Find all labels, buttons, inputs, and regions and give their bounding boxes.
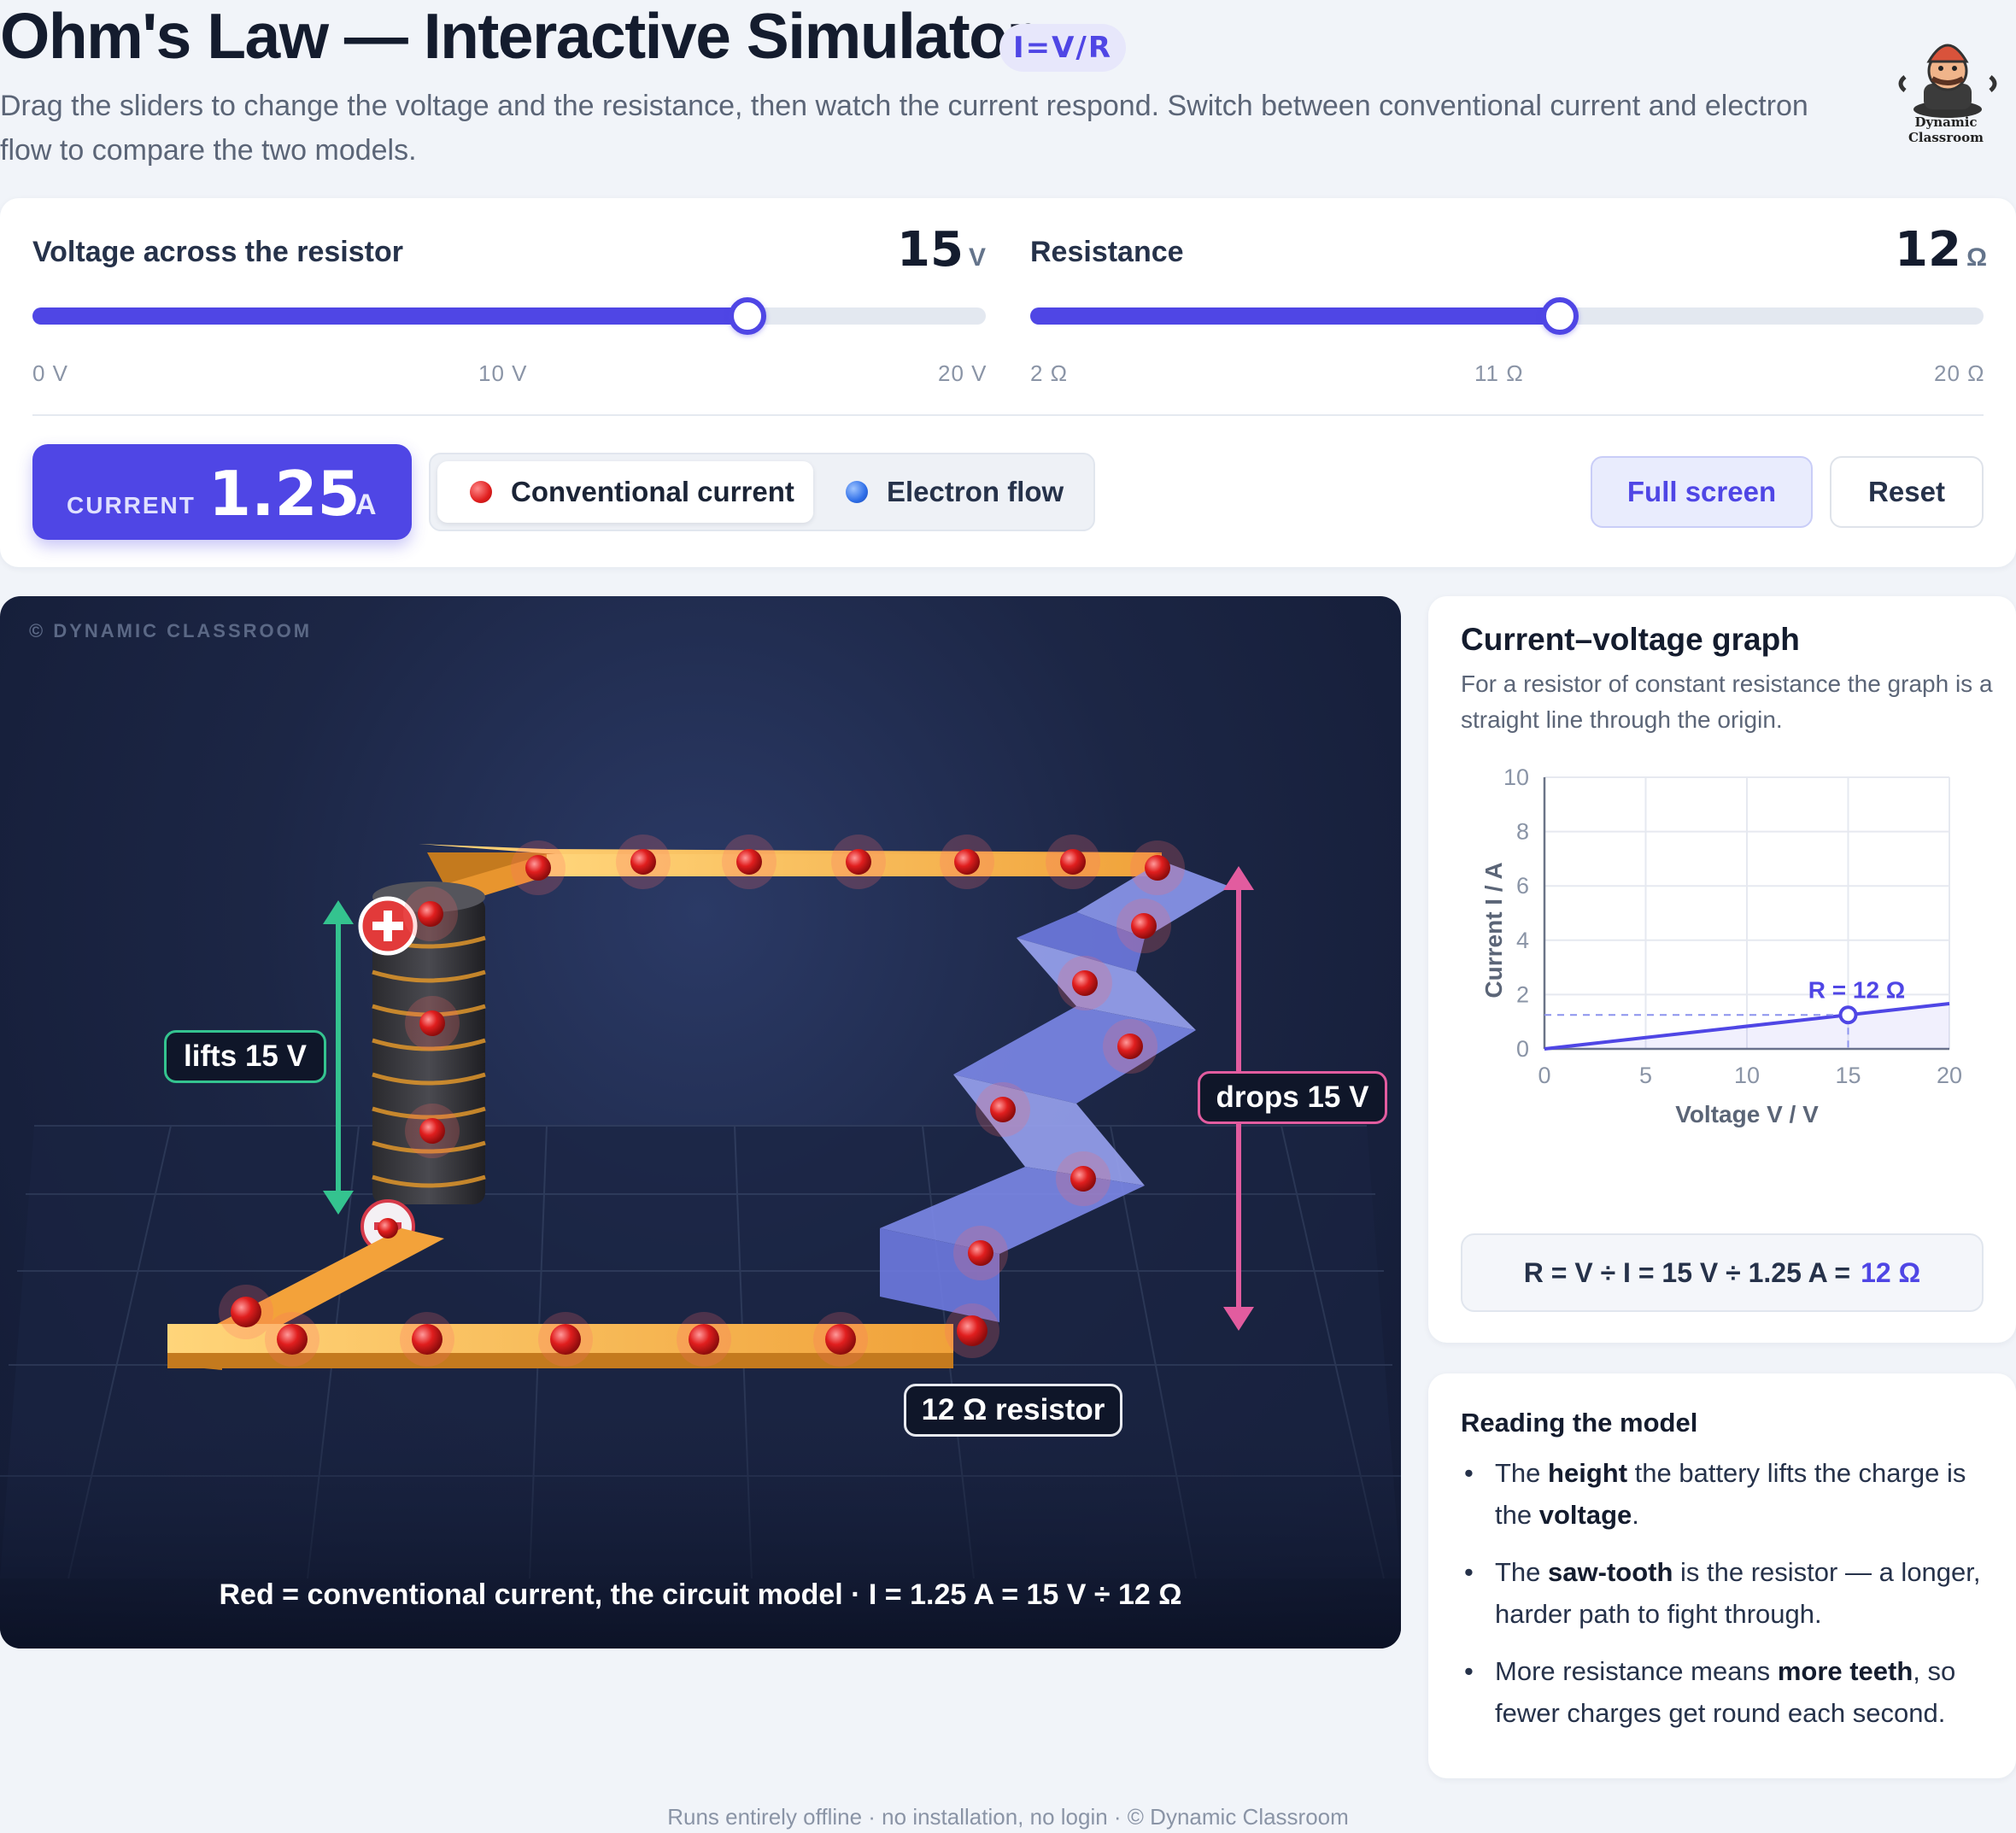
resistance-slider-thumb[interactable]	[1541, 297, 1579, 335]
y-tick-label: 10	[1503, 764, 1529, 790]
iv-graph: 0 5 10 15 20 0 2 4 6 8 10 Voltage V / V Current I / …	[1480, 764, 1962, 1127]
y-axis-label: Current I / A	[1480, 862, 1507, 998]
y-tick-label: 0	[1516, 1036, 1529, 1062]
reading-item: The saw-tooth is the resistor — a longer…	[1461, 1551, 1999, 1635]
resistance-tick-max: 20 Ω	[1934, 360, 1985, 386]
x-tick-label: 0	[1538, 1063, 1550, 1088]
voltage-slider-fill	[32, 307, 747, 325]
graph-title: Current–voltage graph	[1461, 622, 1800, 657]
fullscreen-button[interactable]: Full screen	[1591, 456, 1813, 528]
flow-mode-toggle: Conventional current Electron flow	[429, 453, 1095, 531]
drop-voltage-label: drops 15 V	[1198, 1071, 1387, 1124]
resistance-slider[interactable]	[1030, 297, 1984, 335]
page-subtitle: Drag the sliders to change the voltage a…	[0, 90, 1808, 167]
voltage-label: Voltage across the resistor	[32, 236, 403, 268]
scene-watermark: © DYNAMIC CLASSROOM	[29, 620, 313, 641]
logo-text: Dynamic Classroom	[1908, 114, 1984, 145]
resistance-slider-fill	[1030, 307, 1560, 325]
voltage-slider[interactable]	[32, 297, 986, 335]
circuit-illustration	[0, 835, 1401, 1649]
electron-flow-label: Electron flow	[887, 476, 1064, 507]
red-charge-icon	[470, 481, 492, 503]
resistance-unit: Ω	[1966, 243, 1987, 272]
reading-card: Reading the model The height the battery…	[1428, 1373, 2016, 1778]
voltage-tick-max: 20 V	[938, 360, 987, 386]
resistance-tick-mid: 11 Ω	[1474, 360, 1524, 386]
x-tick-label: 5	[1639, 1063, 1652, 1088]
voltage-tick-mid: 10 V	[478, 360, 528, 386]
page-title: Ohm's Law — Interactive Simulator	[0, 0, 1032, 72]
electron-flow-button[interactable]: Electron flow	[820, 461, 1085, 523]
voltage-tick-min: 0 V	[32, 360, 69, 386]
graph-card: Current–voltage graph For a resistor of …	[1428, 596, 2016, 1343]
resistance-label: Resistance	[1030, 236, 1184, 268]
reading-item: The height the battery lifts the charge …	[1461, 1452, 1999, 1536]
reading-title: Reading the model	[1461, 1408, 1698, 1438]
page-footer: Runs entirely offline · no installation,…	[667, 1804, 1349, 1830]
current-unit: A	[355, 489, 377, 521]
resistance-formula: R = V ÷ I = 15 V ÷ 1.25 A = 12 Ω	[1461, 1233, 1984, 1312]
formula-result: 12 Ω	[1861, 1256, 1921, 1288]
scene-caption: Red = conventional current, the circuit …	[219, 1578, 1182, 1611]
conventional-current-button[interactable]: Conventional current	[437, 461, 813, 523]
conventional-current-label: Conventional current	[511, 476, 794, 507]
y-tick-label: 4	[1516, 928, 1529, 953]
reading-item: More resistance means more teeth, so few…	[1461, 1650, 1999, 1734]
resistor-label: 12 Ω resistor	[904, 1384, 1122, 1437]
voltage-value: 15	[897, 222, 964, 278]
graph-labels: 0 5 10 15 20 0 2 4 6 8 10 Voltage V / V Current I / …	[1480, 764, 1962, 1127]
resistance-tick-min: 2 Ω	[1030, 360, 1069, 386]
formula-badge: I=V/R	[999, 24, 1126, 72]
resistance-value: 12	[1895, 222, 1961, 278]
blue-charge-icon	[846, 481, 868, 503]
formula-text: R = V ÷ I = 15 V ÷ 1.25 A =	[1523, 1256, 1851, 1288]
graph-description: For a resistor of constant resistance th…	[1461, 671, 1993, 733]
x-tick-label: 10	[1734, 1063, 1760, 1088]
controls-divider	[32, 414, 1984, 416]
resistance-readout: 12 Ω	[1895, 222, 1987, 278]
current-label: CURRENT	[67, 492, 196, 518]
reading-list: The height the battery lifts the charge …	[1461, 1452, 1999, 1749]
current-value: 1.25	[208, 458, 360, 530]
y-tick-label: 8	[1516, 819, 1529, 845]
x-tick-label: 15	[1835, 1063, 1861, 1088]
lift-voltage-label: lifts 15 V	[164, 1030, 326, 1083]
circuit-scene: © DYNAMIC CLASSROOM lifts 15 V drops 15 …	[0, 596, 1401, 1649]
graph-grid	[1544, 776, 1950, 1050]
reset-button[interactable]: Reset	[1830, 456, 1984, 528]
voltage-unit: V	[968, 243, 986, 272]
voltage-readout: 15 V	[897, 222, 986, 278]
marker-label: R = 12 Ω	[1808, 976, 1906, 1003]
y-tick-label: 2	[1516, 981, 1529, 1007]
x-axis-label: Voltage V / V	[1675, 1101, 1819, 1127]
x-tick-label: 20	[1937, 1063, 1962, 1088]
voltage-slider-thumb[interactable]	[729, 297, 766, 335]
marker-point	[1838, 1005, 1858, 1025]
current-readout: CURRENT 1.25 A	[32, 444, 412, 540]
y-tick-label: 6	[1516, 873, 1529, 899]
